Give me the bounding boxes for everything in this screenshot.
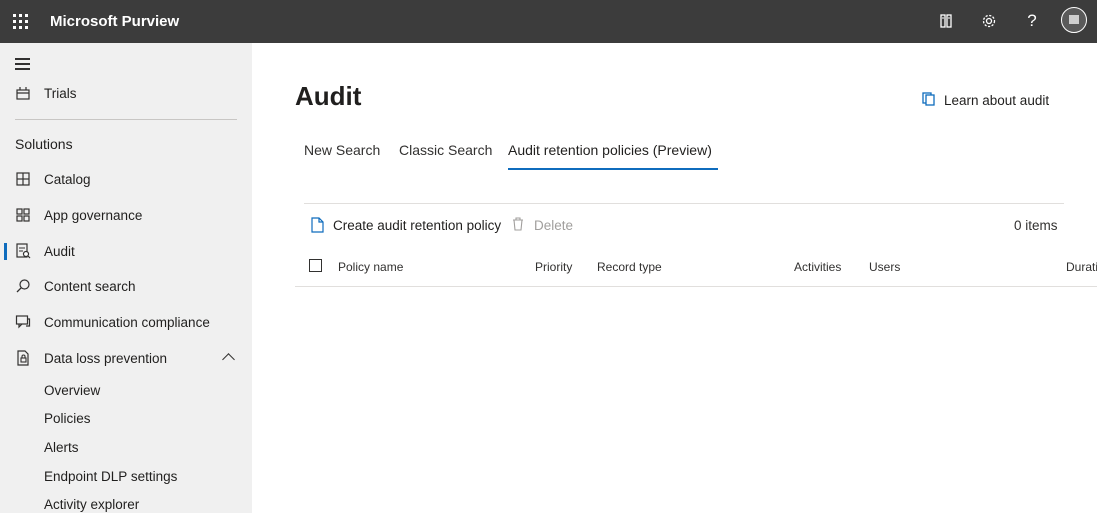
- sidebar-item-label: Content search: [44, 278, 136, 294]
- create-policy-label: Create audit retention policy: [333, 217, 502, 233]
- trash-icon: [512, 217, 526, 233]
- chevron-up-icon[interactable]: [222, 353, 235, 366]
- sidebar-item-trials[interactable]: Trials: [0, 78, 252, 108]
- app-launcher-icon[interactable]: [13, 14, 28, 29]
- sidebar-item-label: Trials: [44, 85, 77, 101]
- sidebar-item-app-governance[interactable]: App governance: [0, 200, 252, 230]
- sidebar-divider: [15, 119, 237, 120]
- gear-icon[interactable]: [978, 10, 1000, 32]
- create-policy-button[interactable]: Create audit retention policy: [311, 217, 501, 233]
- app-governance-icon: [14, 206, 32, 224]
- learn-about-audit-link[interactable]: Learn about audit: [922, 92, 1049, 108]
- sidebar-subitem-policies[interactable]: Policies: [44, 411, 91, 426]
- top-bar: Microsoft Purview ?: [0, 0, 1097, 43]
- app-title[interactable]: Microsoft Purview: [50, 13, 179, 30]
- reader-icon[interactable]: [935, 10, 957, 32]
- sidebar-item-content-search[interactable]: Content search: [0, 271, 252, 301]
- active-tab-indicator: [508, 168, 718, 170]
- dlp-icon: [14, 349, 32, 367]
- hamburger-icon[interactable]: [15, 58, 30, 70]
- item-count: 0 items: [1014, 218, 1058, 233]
- command-bar-divider: [304, 203, 1064, 204]
- sidebar-item-label: Audit: [44, 243, 75, 259]
- select-all-checkbox[interactable]: [309, 259, 322, 272]
- sidebar-item-audit[interactable]: Audit: [0, 236, 252, 266]
- chat-icon: [14, 313, 32, 331]
- search-icon: [14, 277, 32, 295]
- tab-classic-search[interactable]: Classic Search: [399, 142, 492, 158]
- tab-audit-retention-policies[interactable]: Audit retention policies (Preview): [508, 142, 712, 158]
- new-document-icon: [311, 217, 325, 233]
- tab-new-search[interactable]: New Search: [304, 142, 380, 158]
- catalog-icon: [14, 170, 32, 188]
- page-title: Audit: [295, 81, 362, 111]
- sidebar-item-data-loss-prevention[interactable]: Data loss prevention: [0, 343, 252, 373]
- sidebar-item-label: App governance: [44, 207, 143, 223]
- main-content: Audit Learn about audit New Search Class…: [252, 43, 1097, 513]
- avatar[interactable]: [1061, 7, 1087, 33]
- sidebar-item-label: Data loss prevention: [44, 350, 168, 366]
- trials-icon: [14, 84, 32, 102]
- sidebar-item-label: Communication compliance: [44, 314, 210, 330]
- sidebar-section-title: Solutions: [15, 136, 73, 152]
- audit-icon: [14, 242, 32, 260]
- column-header-priority[interactable]: Priority: [535, 260, 572, 274]
- delete-button[interactable]: Delete: [512, 217, 573, 233]
- delete-label: Delete: [534, 217, 574, 233]
- column-header-duration[interactable]: Durati: [1066, 260, 1097, 274]
- sidebar: Trials Solutions Catalog App governance …: [0, 43, 252, 513]
- sidebar-subitem-endpoint-dlp-settings[interactable]: Endpoint DLP settings: [44, 469, 177, 484]
- sidebar-item-catalog[interactable]: Catalog: [0, 164, 252, 194]
- book-icon: [922, 92, 938, 108]
- sidebar-subitem-overview[interactable]: Overview: [44, 383, 100, 398]
- sidebar-item-label: Catalog: [44, 171, 91, 187]
- column-header-activities[interactable]: Activities: [794, 260, 841, 274]
- column-header-users[interactable]: Users: [869, 260, 900, 274]
- column-header-record-type[interactable]: Record type: [597, 260, 662, 274]
- learn-link-label: Learn about audit: [944, 92, 1050, 108]
- column-header-policy-name[interactable]: Policy name: [338, 260, 403, 274]
- sidebar-subitem-activity-explorer[interactable]: Activity explorer: [44, 497, 139, 512]
- sidebar-item-communication-compliance[interactable]: Communication compliance: [0, 307, 252, 337]
- help-icon[interactable]: ?: [1021, 10, 1043, 32]
- table-header-row: Policy name Priority Record type Activit…: [295, 253, 1097, 287]
- sidebar-subitem-alerts[interactable]: Alerts: [44, 440, 79, 455]
